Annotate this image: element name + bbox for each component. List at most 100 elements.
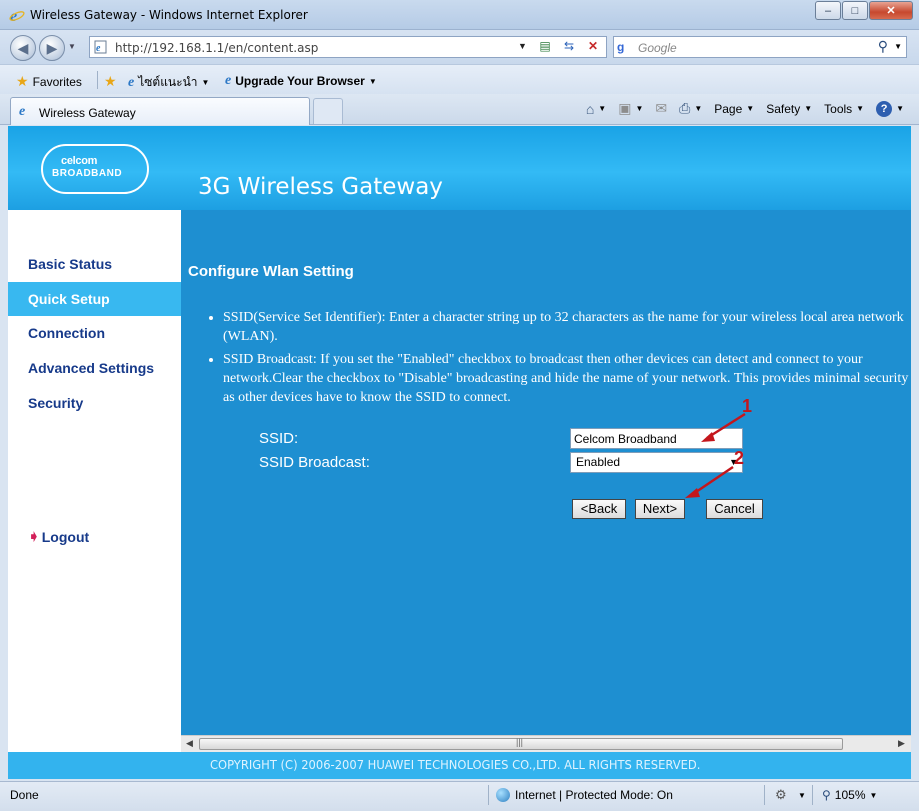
next-button[interactable]: Next> <box>635 499 685 519</box>
chevron-down-icon: ▼ <box>856 104 865 113</box>
print-button[interactable]: ⎙ ▼ <box>674 100 707 117</box>
chevron-down-icon: ▼ <box>694 104 703 113</box>
scroll-left-icon[interactable]: ◀ <box>186 738 193 749</box>
help-text-list: SSID(Service Set Identifier): Enter a ch… <box>223 308 911 411</box>
ie-page-icon: e <box>128 74 135 90</box>
search-dropdown-icon[interactable]: ▼ <box>894 42 902 51</box>
feeds-button[interactable]: ▣ ▼ <box>613 100 648 117</box>
sidebar-item-connection[interactable]: Connection <box>8 316 181 350</box>
chevron-down-icon: ▼ <box>598 104 607 113</box>
sidebar-item-basic-status[interactable]: Basic Status <box>8 247 181 281</box>
chevron-down-icon: ▼ <box>869 790 878 800</box>
globe-icon <box>496 788 510 802</box>
add-favorite-icon: ★ <box>104 73 117 89</box>
security-zone[interactable]: Internet | Protected Mode: On <box>496 788 673 802</box>
sidebar-nav: Basic Status Quick Setup Connection Adva… <box>8 210 181 752</box>
google-icon: g <box>617 40 625 54</box>
cancel-button[interactable]: Cancel <box>706 499 763 519</box>
read-mail-button[interactable]: ✉ <box>650 100 672 117</box>
history-dropdown-icon[interactable]: ▼ <box>68 42 76 51</box>
close-window-button[interactable]: ✕ <box>869 1 913 20</box>
celcom-broadband-logo: celcom BROADBAND <box>41 144 149 194</box>
favorites-label: Favorites <box>32 74 82 89</box>
address-dropdown-icon[interactable]: ▼ <box>518 41 527 51</box>
search-placeholder: Google <box>638 41 677 55</box>
tools-menu[interactable]: Tools ▼ <box>819 102 869 116</box>
zoom-level: 105% <box>834 788 866 802</box>
list-item: SSID Broadcast: If you set the "Enabled"… <box>223 350 911 407</box>
tab-wireless-gateway[interactable]: e Wireless Gateway <box>10 97 310 125</box>
forward-nav-button[interactable]: ▶ <box>39 35 65 61</box>
page-viewport: celcom BROADBAND 3G Wireless Gateway Bas… <box>8 126 911 779</box>
home-button[interactable]: ⌂ ▼ <box>581 101 611 117</box>
tab-title: Wireless Gateway <box>39 106 136 120</box>
address-toolbar: ◀ ▶ ▼ e http://192.168.1.1/en/content.as… <box>0 30 919 64</box>
zoom-control[interactable]: ⚲ 105% ▼ <box>822 788 877 802</box>
favorites-button[interactable]: ★ Favorites <box>16 73 82 90</box>
sidebar-item-security[interactable]: Security <box>8 386 181 420</box>
status-divider <box>812 785 813 805</box>
popup-blocker-icon[interactable]: ⚙ <box>775 787 787 803</box>
page-title: Configure Wlan Setting <box>188 263 354 280</box>
svg-text:e: e <box>96 43 101 54</box>
tab-strip: e Wireless Gateway ⌂ ▼ ▣ ▼ ✉ ⎙ ▼ Page ▼ Safe… <box>0 94 919 125</box>
suggested-sites-label: ไซต์แนะนำ <box>138 75 198 89</box>
sidebar-item-advanced-settings[interactable]: Advanced Settings <box>8 351 181 385</box>
main-content: Configure Wlan Setting SSID(Service Set … <box>181 210 911 752</box>
search-icon[interactable]: ⚲ <box>878 38 888 55</box>
home-icon: ⌂ <box>585 100 595 117</box>
page-menu-label: Page <box>714 101 743 116</box>
back-button[interactable]: <Back <box>572 499 626 519</box>
grip-icon: ||| <box>516 737 524 747</box>
ie-logo-icon: e <box>9 7 25 26</box>
upgrade-browser-link[interactable]: e Upgrade Your Browser ▼ <box>225 73 377 89</box>
help-icon: ? <box>876 100 893 117</box>
address-field[interactable]: e http://192.168.1.1/en/content.asp ▼ ▤ … <box>89 36 607 58</box>
refresh-icon[interactable]: ⇆ <box>560 39 578 55</box>
page-menu[interactable]: Page ▼ <box>709 102 759 116</box>
favorites-divider <box>97 71 98 89</box>
favorites-bar: ★ Favorites ★ e ไซต์แนะนำ ▼ e Upgrade Yo… <box>0 64 919 94</box>
new-tab-button[interactable] <box>313 98 343 124</box>
logout-icon: ➧ <box>28 528 40 544</box>
page-icon: e <box>94 40 108 57</box>
status-bar: Done Internet | Protected Mode: On ⚙ ▼ ⚲… <box>0 781 919 811</box>
safety-menu[interactable]: Safety ▼ <box>761 102 817 116</box>
chevron-down-icon: ▼ <box>201 78 210 87</box>
back-nav-button[interactable]: ◀ <box>10 35 36 61</box>
annotation-arrow-1 <box>701 412 746 442</box>
logout-link[interactable]: ➧ Logout <box>28 528 89 545</box>
close-icon: ✕ <box>886 5 896 17</box>
horizontal-scrollbar[interactable]: ◀ ||| ▶ <box>181 735 911 752</box>
logo-line-2: BROADBAND <box>52 168 123 179</box>
add-favorite-button[interactable]: ★ <box>104 73 117 90</box>
chevron-down-icon[interactable]: ▼ <box>798 791 806 800</box>
minimize-icon: – <box>824 4 832 17</box>
scroll-right-icon[interactable]: ▶ <box>898 738 905 749</box>
safety-menu-label: Safety <box>766 101 801 116</box>
logo-line-1: celcom <box>61 155 98 167</box>
compatibility-view-icon[interactable]: ▤ <box>536 39 554 55</box>
search-input[interactable]: g Google ⚲ ▼ <box>613 36 907 58</box>
command-bar: ⌂ ▼ ▣ ▼ ✉ ⎙ ▼ Page ▼ Safety ▼ Tools ▼ ? ▼ <box>581 100 909 117</box>
chevron-down-icon: ▼ <box>635 104 644 113</box>
mail-icon: ✉ <box>655 100 668 116</box>
forward-arrow-icon: ▶ <box>46 39 58 56</box>
maximize-button[interactable]: □ <box>842 1 868 20</box>
security-zone-label: Internet | Protected Mode: On <box>515 788 673 802</box>
sidebar-item-quick-setup[interactable]: Quick Setup <box>8 282 181 316</box>
back-arrow-icon: ◀ <box>17 39 29 56</box>
logout-label: Logout <box>41 528 90 545</box>
page-footer: COPYRIGHT (C) 2006-2007 HUAWEI TECHNOLOG… <box>8 752 911 779</box>
help-menu[interactable]: ? ▼ <box>871 100 909 117</box>
scrollbar-thumb[interactable]: ||| <box>199 737 843 750</box>
stop-icon[interactable]: ✕ <box>584 39 602 55</box>
upgrade-browser-label: Upgrade Your Browser <box>235 74 365 88</box>
printer-icon: ⎙ <box>679 100 691 116</box>
ssid-broadcast-label: SSID Broadcast: <box>259 454 370 471</box>
minimize-button[interactable]: – <box>815 1 841 20</box>
rss-feed-icon: ▣ <box>618 100 632 116</box>
chevron-down-icon: ▼ <box>368 76 377 86</box>
status-text: Done <box>10 788 39 802</box>
suggested-sites-link[interactable]: e ไซต์แนะนำ ▼ <box>128 73 209 92</box>
